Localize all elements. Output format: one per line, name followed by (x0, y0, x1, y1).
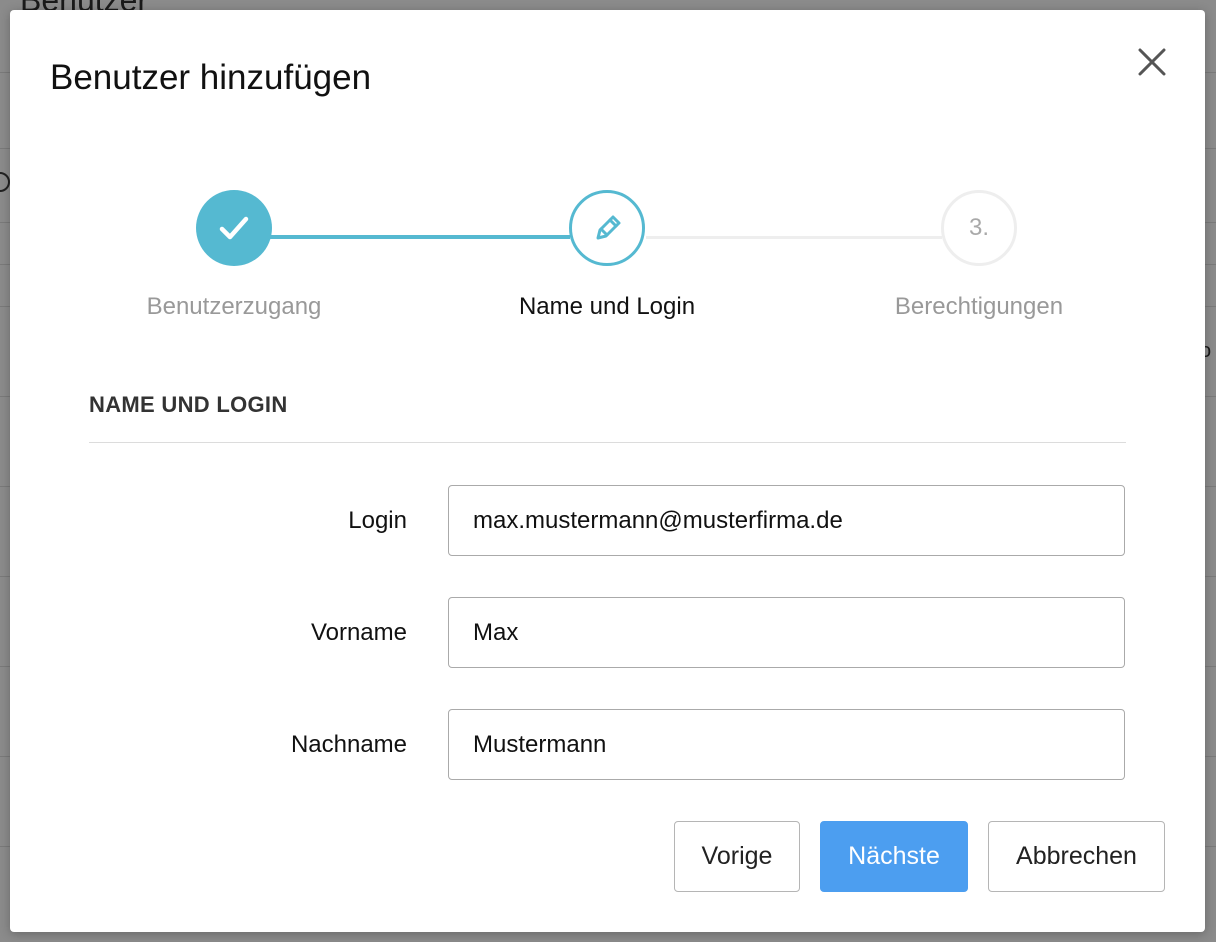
next-button[interactable]: Nächste (820, 821, 968, 892)
stepper-connector-pending (646, 236, 942, 239)
step-1-label: Benutzerzugang (146, 293, 322, 320)
nachname-input[interactable] (448, 709, 1125, 780)
step-3-circle: 3. (941, 190, 1017, 266)
background-search-icon (0, 172, 10, 192)
step-3-label: Berechtigungen (894, 293, 1064, 320)
step-2-label: Name und Login (518, 293, 696, 320)
section-divider (89, 442, 1126, 443)
close-button[interactable] (1135, 45, 1169, 79)
section-heading: NAME UND LOGIN (89, 392, 288, 417)
stepper-connector-completed (270, 235, 570, 239)
vorname-input[interactable] (448, 597, 1125, 668)
cancel-button[interactable]: Abbrechen (988, 821, 1165, 892)
dialog-title: Benutzer hinzufügen (50, 58, 372, 97)
nachname-label: Nachname (290, 731, 407, 758)
previous-button[interactable]: Vorige (674, 821, 800, 892)
pencil-icon (596, 215, 621, 240)
login-input[interactable] (448, 485, 1125, 556)
step-1-circle[interactable] (196, 190, 272, 266)
close-icon (1138, 48, 1166, 76)
check-icon (219, 216, 249, 240)
add-user-dialog: Benutzer hinzufügen Benutzerzugang Name … (10, 10, 1205, 932)
vorname-label: Vorname (310, 619, 407, 646)
login-label: Login (348, 507, 407, 534)
step-2-circle (569, 190, 645, 266)
